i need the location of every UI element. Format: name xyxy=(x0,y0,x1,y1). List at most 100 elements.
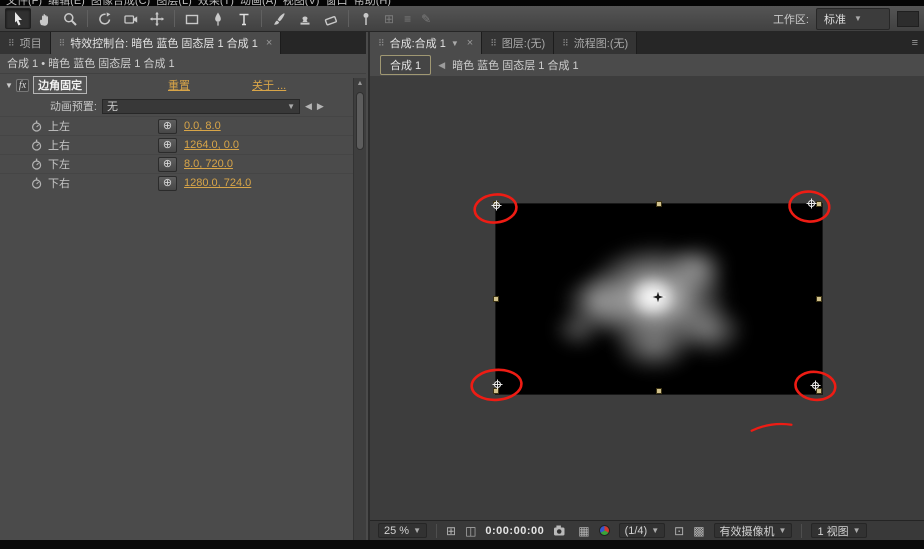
panel-grip-icon[interactable]: ⠿ xyxy=(562,38,569,49)
effect-point-target-button[interactable]: ⊕ xyxy=(158,118,177,134)
rectangle-icon xyxy=(185,14,199,24)
vertical-scrollbar[interactable]: ▲ xyxy=(353,78,366,540)
stopwatch-icon[interactable] xyxy=(30,157,44,171)
rotate-icon xyxy=(99,11,111,25)
corner-pin-point-lower-right[interactable] xyxy=(810,380,821,391)
effect-point-target-button[interactable]: ⊕ xyxy=(158,137,177,153)
panel-grip-icon[interactable]: ⠿ xyxy=(490,38,497,49)
pen-tool[interactable] xyxy=(205,8,231,29)
fx-icon[interactable]: fx xyxy=(15,78,30,92)
tab-project[interactable]: ⠿ 项目 xyxy=(0,32,51,54)
layer-handle-middle-left[interactable] xyxy=(493,296,499,302)
channels-icon[interactable] xyxy=(598,525,610,536)
eraser-tool[interactable] xyxy=(318,8,344,29)
corner-pin-point-upper-left[interactable] xyxy=(491,200,502,211)
scrollbar-thumb[interactable] xyxy=(356,92,364,150)
composition-frame[interactable] xyxy=(491,198,822,394)
bottom-edge-strip xyxy=(0,540,924,549)
panel-grip-icon[interactable]: ⠿ xyxy=(59,38,66,49)
layer-handle-top-center[interactable] xyxy=(656,201,662,207)
tab-layer[interactable]: ⠿ 图层:(无) xyxy=(482,32,555,54)
viewer-bottom-bar: 25 % ▼ ⊞ ◫ 0:00:00:00 ▦ (1/4) ▼ ⊡ ▩ 有效摄像… xyxy=(370,520,924,540)
toolbar-right: 工作区: 标准 ▼ xyxy=(772,7,919,30)
panel-grip-icon[interactable]: ⠿ xyxy=(8,38,15,49)
hand-icon xyxy=(39,13,48,26)
tab-flowchart[interactable]: ⠿ 流程图:(无) xyxy=(554,32,638,54)
chevron-down-icon[interactable]: ▼ xyxy=(451,39,459,48)
after-effects-window: 文件(F) 编辑(E) 图像合成(C) 图层(L) 效果(T) 动画(A) 视图… xyxy=(0,0,924,549)
resolution-select[interactable]: (1/4) ▼ xyxy=(618,523,666,538)
zoom-tool[interactable] xyxy=(57,8,83,29)
effect-point-target-button[interactable]: ⊕ xyxy=(158,156,177,172)
chevron-down-icon: ▼ xyxy=(852,526,861,535)
layer-handle-bottom-center[interactable] xyxy=(656,388,662,394)
transparency-grid-icon[interactable]: ▩ xyxy=(693,525,704,537)
tab-composition[interactable]: ⠿ 合成:合成 1 ▼ × xyxy=(370,32,483,54)
viewer-tabbar: ⠿ 合成:合成 1 ▼ × ⠿ 图层:(无) ⠿ 流程图:(无) ≡ xyxy=(370,32,924,54)
pan-behind-tool[interactable] xyxy=(144,8,170,29)
current-time-field[interactable]: 0:00:00:00 xyxy=(485,525,544,537)
preset-prev-icon[interactable]: ◀ xyxy=(305,101,312,112)
effect-point-target-button[interactable]: ⊕ xyxy=(158,175,177,191)
animation-preset-row: 动画预置: 无 ▼ ◀ ▶ xyxy=(0,96,366,116)
panel-grip-icon[interactable]: ⠿ xyxy=(378,38,385,49)
search-box[interactable] xyxy=(897,10,919,27)
bottombar-separator xyxy=(801,523,803,538)
brush-tool[interactable] xyxy=(266,8,292,29)
reset-link[interactable]: 重置 xyxy=(168,77,190,93)
mask-shape-tool[interactable] xyxy=(179,8,205,29)
puppet-pin-tool[interactable] xyxy=(353,8,379,29)
disabled-tool-option-icon: ≡ xyxy=(404,11,412,26)
effect-controls-panel: ⠿ 项目 ⠿ 特效控制台: 暗色 蓝色 固态层 1 合成 1 × 合成 1 • … xyxy=(0,32,366,540)
close-icon[interactable]: × xyxy=(266,37,272,49)
animation-preset-label: 动画预置: xyxy=(49,101,97,113)
pen-nib-icon xyxy=(215,12,221,26)
show-snapshot-icon[interactable]: ▦ xyxy=(578,525,589,537)
bottombar-separator xyxy=(436,523,437,538)
scroll-up-icon[interactable]: ▲ xyxy=(354,78,366,87)
panel-menu-icon[interactable]: ≡ xyxy=(906,32,924,54)
param-value[interactable]: 1264.0, 0.0 xyxy=(184,139,239,151)
active-camera-select[interactable]: 有效摄像机 ▼ xyxy=(713,523,793,538)
corner-pin-point-upper-right[interactable] xyxy=(806,198,817,209)
preset-next-icon[interactable]: ▶ xyxy=(317,101,324,112)
toolbar: ⊞ ≡ ✎ 工作区: 标准 ▼ xyxy=(0,6,924,32)
workspace-select[interactable]: 标准 ▼ xyxy=(816,7,890,30)
selection-tool[interactable] xyxy=(5,8,31,29)
stopwatch-icon[interactable] xyxy=(30,176,44,190)
collapse-triangle-icon[interactable]: ▼ xyxy=(5,81,13,90)
view-layout-select[interactable]: 1 视图 ▼ xyxy=(811,523,867,538)
tab-effect-controls[interactable]: ⠿ 特效控制台: 暗色 蓝色 固态层 1 合成 1 × xyxy=(50,32,282,54)
rotation-tool[interactable] xyxy=(92,8,118,29)
target-icon: ⊕ xyxy=(162,120,173,132)
about-link[interactable]: 关于 ... xyxy=(252,77,286,93)
effect-name[interactable]: 边角固定 xyxy=(33,76,88,94)
zoom-select[interactable]: 25 % ▼ xyxy=(378,523,427,538)
layer-handle-middle-right[interactable] xyxy=(816,296,822,302)
hand-tool[interactable] xyxy=(31,8,57,29)
chevron-down-icon: ▼ xyxy=(287,101,295,111)
unified-camera-tool[interactable] xyxy=(118,8,144,29)
stopwatch-icon[interactable] xyxy=(30,138,44,152)
snapshot-camera-icon[interactable] xyxy=(553,524,569,537)
animation-preset-select[interactable]: 无 ▼ xyxy=(102,98,300,114)
corner-pin-point-lower-left[interactable] xyxy=(492,379,503,390)
grid-and-guides-icon[interactable]: ⊞ xyxy=(446,525,456,537)
param-value[interactable]: 8.0, 720.0 xyxy=(184,158,233,170)
composition-viewport[interactable] xyxy=(370,76,924,520)
type-tool[interactable] xyxy=(231,8,257,29)
stopwatch-icon[interactable] xyxy=(30,119,44,133)
param-row-lower-right: 下右 ⊕ 1280.0, 724.0 xyxy=(0,173,366,192)
toolbar-separator xyxy=(174,10,175,27)
mask-visibility-icon[interactable]: ◫ xyxy=(465,525,476,537)
anchor-point-icon[interactable] xyxy=(650,289,666,305)
workspace-label: 工作区: xyxy=(772,13,809,26)
brush-icon xyxy=(274,12,285,25)
clone-stamp-tool[interactable] xyxy=(292,8,318,29)
param-value[interactable]: 0.0, 8.0 xyxy=(184,120,221,132)
comp-breadcrumb-button[interactable]: 合成 1 xyxy=(380,55,432,75)
param-value[interactable]: 1280.0, 724.0 xyxy=(184,177,251,189)
param-row-upper-left: 上左 ⊕ 0.0, 8.0 xyxy=(0,116,366,135)
region-of-interest-icon[interactable]: ⊡ xyxy=(674,525,684,537)
close-icon[interactable]: × xyxy=(467,37,473,49)
